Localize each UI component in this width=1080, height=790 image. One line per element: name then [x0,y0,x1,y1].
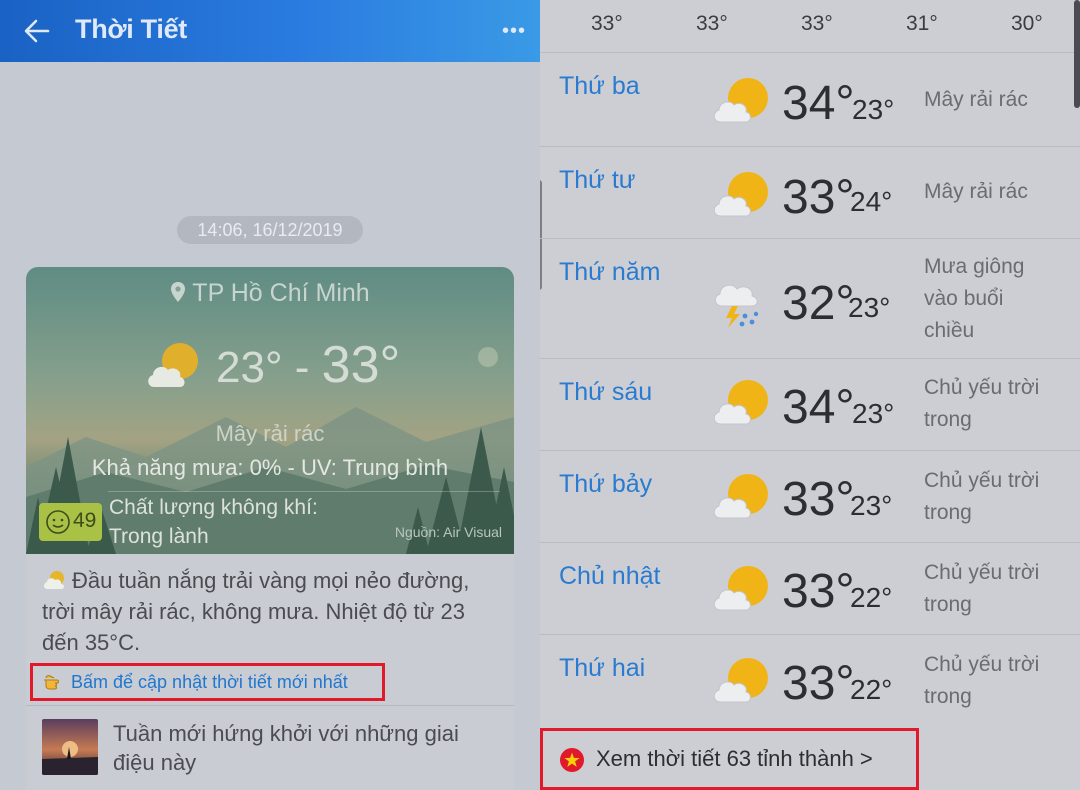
forecast-row[interactable]: Thứ sáu 34° 23° Chủ yếu trời trong [540,358,1080,450]
partly-cloudy-icon [713,566,768,611]
forecast-day: Thứ hai [559,654,646,682]
temperature-range: 23° - 33° [216,335,400,395]
partly-cloudy-icon [148,343,198,387]
forecast-condition: Chủ yếu trời trong [924,469,1040,524]
forecast-day: Thứ sáu [559,378,653,406]
partly-cloudy-icon [713,380,768,425]
news-title[interactable]: Tuần mới hứng khởi với những giai điệu n… [113,719,493,777]
forecast-condition: Chủ yếu trời trong [924,653,1040,708]
update-link-text: Bấm để cập nhật thời tiết mới nhất [71,672,348,692]
forecast-high: 33° [782,657,855,710]
forecast-low: 22° [850,582,893,613]
aqi-source: Nguồn: Air Visual [394,524,502,540]
forecast-day: Thứ năm [559,258,661,286]
forecast-condition: Mây rải rác [924,88,1028,111]
back-arrow-icon[interactable] [20,14,54,48]
forecast-condition: Chủ yếu trời trong [924,561,1040,616]
provinces-button-label: Xem thời tiết 63 tỉnh thành > [596,746,873,771]
smiley-face-icon [46,510,70,534]
forecast-high: 33° [782,565,855,618]
forecast-condition: Mưa giông vào buổi chiều [924,255,1025,342]
weather-condition: Mây rải rác [215,421,325,446]
right-screen: 33° 33° 33° 31° 30° Thứ ba 34° 23° Mây r… [540,0,1080,790]
update-weather-link[interactable]: Bấm để cập nhật thời tiết mới nhất [30,663,385,701]
forecast-low: 23° [850,490,893,521]
news-thumbnail[interactable] [42,719,98,775]
hourly-temperatures: 33° 33° 33° 31° 30° [540,0,1080,52]
weather-card: TP Hồ Chí Minh 23° - 33° Mây rải rác Khả… [26,267,514,790]
weather-description: Đầu tuần nắng trải vàng mọi nẻo đường, t… [42,565,502,658]
forecast-condition: Chủ yếu trời trong [924,376,1040,431]
divider [26,705,514,706]
left-screen: Thời Tiết ••• 14:06, 16/12/2019 TP Hồ Ch… [0,0,540,790]
aqi-label: Chất lượng không khí: [109,496,318,519]
weather-hero[interactable]: TP Hồ Chí Minh 23° - 33° Mây rải rác Khả… [26,267,514,554]
thunderstorm-icon [714,284,759,328]
forecast-low: 23° [852,94,895,125]
rain-uv-info: Khả năng mưa: 0% - UV: Trung bình [91,455,449,480]
partly-cloudy-icon [713,658,768,703]
forecast-high: 32° [782,277,855,330]
forecast-day: Thứ tư [559,166,636,194]
forecast-high: 33° [782,171,855,224]
hourly-temp: 30° [1011,12,1043,35]
more-options-icon[interactable]: ••• [502,20,526,43]
partly-cloudy-icon [713,474,768,519]
timestamp-badge: 14:06, 16/12/2019 [177,216,363,244]
hourly-temp: 33° [591,12,623,35]
hourly-temp: 33° [696,12,728,35]
view-63-provinces-button[interactable]: Xem thời tiết 63 tỉnh thành > [540,728,919,790]
forecast-high: 34° [782,77,855,130]
forecast-low: 22° [850,674,893,705]
temp-low: 23° [216,343,283,392]
temp-high: 33° [321,336,401,394]
app-header: Thời Tiết ••• [0,0,540,62]
forecast-condition: Mây rải rác [924,180,1028,203]
vietnam-flag-icon [560,748,584,772]
pointing-hand-icon [44,675,59,690]
aqi-value: 49 [73,509,97,532]
forecast-row[interactable]: Chủ nhật 33° 22° Chủ yếu trời trong [540,542,1080,634]
forecast-low: 24° [850,186,893,217]
sun-behind-cloud-icon [44,571,64,589]
forecast-low: 23° [848,292,891,323]
sunset-image [42,741,98,775]
forecast-row[interactable]: Thứ bảy 33° 23° Chủ yếu trời trong [540,450,1080,542]
forecast-day: Thứ bảy [559,470,653,498]
page-title: Thời Tiết [75,14,187,44]
location-label: TP Hồ Chí Minh [26,279,514,308]
forecast-high: 33° [782,473,855,526]
hourly-temp: 33° [801,12,833,35]
aqi-status: Trong lành [109,525,209,548]
forecast-low: 23° [852,398,895,429]
divider [108,491,500,492]
forecast-row[interactable]: Thứ năm 32° 23° Mưa giông vào buổi chiều [540,238,1080,358]
location-pin-icon [171,282,186,302]
forecast-day: Chủ nhật [559,562,661,590]
forecast-row[interactable]: Thứ tư 33° 24° Mây rải rác [540,146,1080,238]
partly-cloudy-icon [713,172,768,217]
description-text: Đầu tuần nắng trải vàng mọi nẻo đường, t… [42,568,470,655]
forecast-day: Thứ ba [559,72,640,100]
scrollbar-thumb[interactable] [1074,0,1080,108]
hourly-temp: 31° [906,12,938,35]
forecast-high: 34° [782,381,855,434]
aqi-badge: 49 [39,503,102,541]
forecast-row[interactable]: Thứ ba 34° 23° Mây rải rác [540,52,1080,146]
location-name: TP Hồ Chí Minh [192,279,370,307]
temp-separator: - [282,343,322,392]
forecast-row[interactable]: Thứ hai 33° 22° Chủ yếu trời trong [540,634,1080,726]
partly-cloudy-icon [713,78,768,123]
